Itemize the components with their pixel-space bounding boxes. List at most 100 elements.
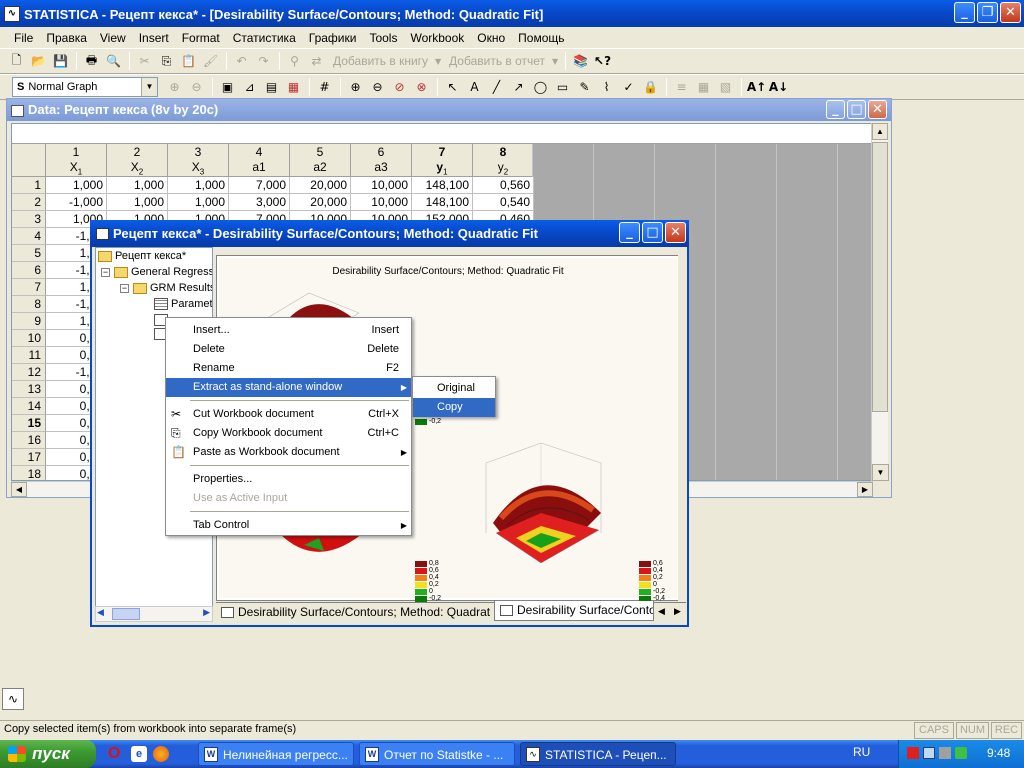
- minimized-window[interactable]: ∿: [2, 688, 24, 710]
- row-header[interactable]: 6: [12, 262, 46, 279]
- table-cell[interactable]: 10,000: [351, 194, 412, 211]
- row-header[interactable]: 3: [12, 211, 46, 228]
- row-header[interactable]: 8: [12, 296, 46, 313]
- graph-data-icon[interactable]: ⊿: [239, 77, 260, 98]
- open-icon[interactable]: 📂: [28, 51, 49, 72]
- tree-parameters[interactable]: Paramet: [154, 296, 212, 312]
- menu-window[interactable]: Окно: [471, 27, 512, 49]
- data-window-titlebar[interactable]: Data: Рецепт кекса (8v by 20c) _ □ ✕: [7, 99, 891, 121]
- column-header[interactable]: 1 X1: [46, 144, 107, 177]
- scroll-up-icon[interactable]: ▲: [872, 123, 888, 140]
- row-header[interactable]: 1: [12, 177, 46, 194]
- font-up-icon[interactable]: A↑: [746, 77, 767, 98]
- data-maximize-button[interactable]: □: [847, 100, 866, 119]
- workbook-close-button[interactable]: ✕: [665, 222, 686, 243]
- scroll-thumb[interactable]: [872, 142, 888, 412]
- row-header[interactable]: 11: [12, 347, 46, 364]
- zoom-in-graph-icon[interactable]: ⊕: [164, 77, 185, 98]
- row-header[interactable]: 18: [12, 466, 46, 480]
- column-header[interactable]: 5 a2: [290, 144, 351, 177]
- collapse-icon[interactable]: −: [120, 283, 129, 293]
- tray-icon-1[interactable]: [907, 747, 919, 759]
- table-cell[interactable]: 1,000: [168, 177, 229, 194]
- tab-scroll-left-icon[interactable]: ◀: [658, 606, 665, 617]
- brush-tool-icon[interactable]: ✎: [574, 77, 595, 98]
- print-preview-icon[interactable]: 🔍: [103, 51, 124, 72]
- save-icon[interactable]: 💾: [50, 51, 71, 72]
- column-header[interactable]: 4 a1: [229, 144, 290, 177]
- taskbar-task-2[interactable]: W Отчет по Statistke - ...: [359, 742, 515, 766]
- graph-style-select[interactable]: S Normal Graph ▼: [12, 77, 158, 97]
- table-cell[interactable]: 1,000: [168, 194, 229, 211]
- row-header[interactable]: 12: [12, 364, 46, 381]
- tab-graph-1[interactable]: Desirability Surface/Contours; Method: Q…: [216, 603, 490, 623]
- scroll-right-icon[interactable]: ▶: [203, 607, 210, 618]
- tray-icon-3[interactable]: [939, 747, 951, 759]
- graph-layout-icon[interactable]: ▤: [261, 77, 282, 98]
- menu-graphs[interactable]: Графики: [303, 27, 364, 49]
- ellipse-tool-icon[interactable]: ◯: [530, 77, 551, 98]
- scroll-left-icon[interactable]: ◀: [97, 607, 104, 618]
- table-cell[interactable]: 0,560: [473, 177, 534, 194]
- table-cell[interactable]: 1,000: [46, 177, 107, 194]
- menu-item-rename[interactable]: Rename F2: [166, 359, 411, 378]
- chevron-down-icon[interactable]: ▼: [433, 51, 443, 72]
- row-header[interactable]: 16: [12, 432, 46, 449]
- table-cell[interactable]: 20,000: [290, 177, 351, 194]
- row-header[interactable]: 5: [12, 245, 46, 262]
- collapse-icon[interactable]: −: [101, 267, 110, 277]
- menu-item-paste[interactable]: 📋 Paste as Workbook document ▶: [166, 443, 411, 462]
- grid-icon[interactable]: #: [314, 77, 335, 98]
- add-to-workbook-button[interactable]: Добавить в книгу: [328, 54, 433, 68]
- menu-item-tab-control[interactable]: Tab Control ▶: [166, 516, 411, 535]
- column-header[interactable]: 8 y2: [473, 144, 534, 177]
- taskbar-task-1[interactable]: W Нелинейная регресс...: [198, 742, 354, 766]
- table-cell[interactable]: -1,000: [46, 194, 107, 211]
- submenu-item-original[interactable]: Original: [413, 379, 495, 398]
- book-icon[interactable]: 📚: [570, 51, 591, 72]
- group-icon[interactable]: ▦: [693, 77, 714, 98]
- chevron-down-icon[interactable]: ▼: [141, 78, 157, 96]
- language-indicator[interactable]: RU: [853, 745, 870, 759]
- scroll-left-icon[interactable]: ◀: [11, 482, 27, 497]
- table-cell[interactable]: 20,000: [290, 194, 351, 211]
- arrow-tool-icon[interactable]: ↗: [508, 77, 529, 98]
- graph-options-icon[interactable]: ▦: [283, 77, 304, 98]
- zoom-cancel-icon[interactable]: ⊗: [411, 77, 432, 98]
- menu-item-insert[interactable]: Insert... Insert: [166, 321, 411, 340]
- copy-icon[interactable]: ⎘: [156, 51, 177, 72]
- opera-icon[interactable]: O: [108, 745, 124, 763]
- tray-icon-4[interactable]: [955, 747, 967, 759]
- polyline-tool-icon[interactable]: ⌇: [596, 77, 617, 98]
- zoom-reset-icon[interactable]: ⊘: [389, 77, 410, 98]
- browser-icon[interactable]: e: [131, 746, 147, 762]
- restore-button[interactable]: ❐: [977, 2, 998, 23]
- zoom-out-icon[interactable]: ⊖: [367, 77, 388, 98]
- paste-icon[interactable]: 📋: [178, 51, 199, 72]
- tree-general-regression[interactable]: − General Regress: [101, 264, 212, 280]
- cut-icon[interactable]: ✂: [134, 51, 155, 72]
- row-header[interactable]: 4: [12, 228, 46, 245]
- pointer-icon[interactable]: ↖: [442, 77, 463, 98]
- row-header[interactable]: 2: [12, 194, 46, 211]
- new-icon[interactable]: 🗋: [6, 51, 27, 72]
- data-minimize-button[interactable]: _: [826, 100, 845, 119]
- table-cell[interactable]: 3,000: [229, 194, 290, 211]
- tab-scroll-right-icon[interactable]: ▶: [674, 606, 681, 617]
- row-header[interactable]: 13: [12, 381, 46, 398]
- help-pointer-icon[interactable]: ↖?: [592, 51, 613, 72]
- menu-tools[interactable]: Tools: [363, 27, 404, 49]
- menu-insert[interactable]: Insert: [133, 27, 176, 49]
- add-to-report-button[interactable]: Добавить в отчет: [444, 54, 550, 68]
- tree-horizontal-scrollbar[interactable]: ◀ ▶: [95, 606, 213, 622]
- column-header[interactable]: 6 a3: [351, 144, 412, 177]
- freehand-tool-icon[interactable]: ✓: [618, 77, 639, 98]
- column-header[interactable]: 7 y1: [412, 144, 473, 177]
- menu-help[interactable]: Помощь: [512, 27, 571, 49]
- data-vertical-scrollbar[interactable]: ▲ ▼: [871, 123, 889, 481]
- menu-workbook[interactable]: Workbook: [404, 27, 471, 49]
- undo-icon[interactable]: ↶: [231, 51, 252, 72]
- workbook-maximize-button[interactable]: □: [642, 222, 663, 243]
- redo-icon[interactable]: ↷: [253, 51, 274, 72]
- scroll-thumb[interactable]: [112, 608, 140, 620]
